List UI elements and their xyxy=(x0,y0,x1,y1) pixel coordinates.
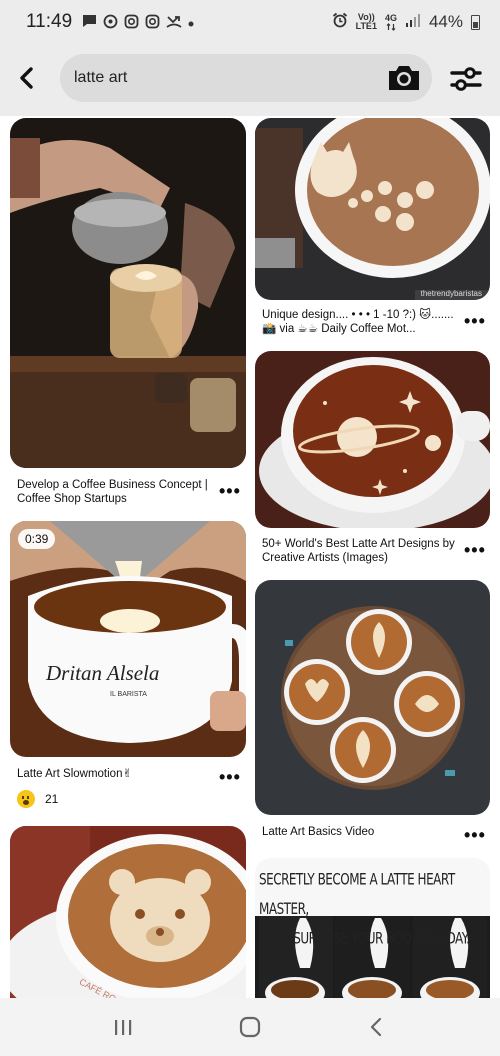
search-query: latte art xyxy=(74,69,128,86)
pin-more-button[interactable]: ••• xyxy=(219,768,241,786)
pin-title[interactable]: Develop a Coffee Business Concept | Coff… xyxy=(17,478,217,506)
message-icon xyxy=(82,14,97,30)
pin-more-button[interactable]: ••• xyxy=(464,826,486,844)
filter-button[interactable] xyxy=(449,64,483,94)
instagram-icon xyxy=(145,14,160,31)
alarm-icon xyxy=(332,12,348,33)
barista-pouring-photo xyxy=(10,118,246,468)
system-back-icon xyxy=(370,1017,381,1037)
volte-indicator: Vo)) LTE1 xyxy=(356,13,377,31)
back-arrow-icon xyxy=(20,67,33,89)
search-header: latte art xyxy=(0,44,500,116)
mobile-data-indicator: 4G xyxy=(384,12,397,31)
network-4g-label: 4G xyxy=(384,12,397,23)
signal-icon xyxy=(405,13,421,32)
pin-more-button[interactable]: ••• xyxy=(219,482,241,500)
filter-sliders-icon xyxy=(450,67,482,91)
pin-image-barista-pouring[interactable] xyxy=(10,118,246,468)
pin-feed[interactable]: Develop a Coffee Business Concept | Coff… xyxy=(0,116,500,998)
pin-image-latte-basics[interactable] xyxy=(255,580,490,815)
missed-call-icon xyxy=(166,14,182,31)
home-icon xyxy=(239,1016,261,1038)
surprised-face-icon xyxy=(17,790,35,808)
reaction-count: 21 xyxy=(45,792,59,806)
pin-overlay-text: SECRETLY BECOME A LATTE HEART MASTER, TH… xyxy=(259,864,489,953)
notification-icons xyxy=(82,14,194,31)
cup-bottom xyxy=(330,717,396,783)
status-right: Vo)) LTE1 4G 44% xyxy=(332,12,480,33)
pin-title[interactable]: Latte Art Basics Video xyxy=(262,825,462,839)
latte-basics-photo xyxy=(255,580,490,815)
pin-title[interactable]: 50+ World's Best Latte Art Designs by Cr… xyxy=(262,537,462,565)
status-time: 11:49 xyxy=(26,11,73,32)
cat-latte-photo xyxy=(255,118,490,300)
pin-title[interactable]: Unique design.... • • • 1 -10 ?:) 🐱.....… xyxy=(262,308,462,336)
image-watermark: thetrendybaristas xyxy=(420,289,482,298)
battery-icon xyxy=(471,14,480,30)
whatsapp-icon xyxy=(103,14,118,31)
cup-brand-subtext: IL BARISTA xyxy=(110,691,147,698)
data-arrows-icon xyxy=(386,22,396,31)
pin-image-cat-latte[interactable]: thetrendybaristas xyxy=(255,118,490,300)
search-input[interactable]: latte art xyxy=(60,54,432,102)
dot-icon xyxy=(188,15,194,29)
system-nav-bar xyxy=(0,998,500,1056)
pin-image-bear-latte[interactable]: CAFÉ RO xyxy=(10,826,246,998)
status-bar: 11:49 Vo)) LTE1 4G 44% xyxy=(0,0,500,44)
back-button[interactable] xyxy=(12,60,40,96)
battery-percentage: 44% xyxy=(428,12,463,31)
cup-top xyxy=(346,609,412,675)
pin-image-planet-latte[interactable] xyxy=(255,351,490,528)
cup-right xyxy=(394,671,460,737)
overlay-line-2: THEN SURPRISE YOUR BOO ON V-DAY. xyxy=(259,928,470,948)
planet-latte-photo xyxy=(255,351,490,528)
camera-icon xyxy=(389,66,419,90)
overlay-line-1: SECRETLY BECOME A LATTE HEART MASTER, xyxy=(259,869,455,918)
pin-image-slowmotion-video[interactable]: Dritan Alsela IL BARISTA 0:39 xyxy=(10,521,246,757)
video-duration-badge: 0:39 xyxy=(18,529,56,549)
camera-button[interactable] xyxy=(386,63,422,93)
recent-apps-button[interactable] xyxy=(103,1007,143,1047)
cup-brand-text: Dritan Alsela xyxy=(46,661,160,685)
bear-latte-photo xyxy=(10,826,246,998)
pin-reactions[interactable]: 21 xyxy=(17,790,58,808)
lte-label: LTE1 xyxy=(355,21,377,31)
recent-apps-icon xyxy=(115,1020,132,1035)
pin-image-heart-master[interactable]: SECRETLY BECOME A LATTE HEART MASTER, TH… xyxy=(255,858,490,998)
instagram-icon xyxy=(124,14,139,31)
home-button[interactable] xyxy=(230,1007,270,1047)
pin-more-button[interactable]: ••• xyxy=(464,312,486,330)
system-back-button[interactable] xyxy=(357,1007,397,1047)
pin-title[interactable]: Latte Art Slowmotion✌ xyxy=(17,767,217,781)
pin-more-button[interactable]: ••• xyxy=(464,541,486,559)
slowmotion-video-thumbnail xyxy=(10,521,246,757)
cup-left xyxy=(284,659,350,725)
